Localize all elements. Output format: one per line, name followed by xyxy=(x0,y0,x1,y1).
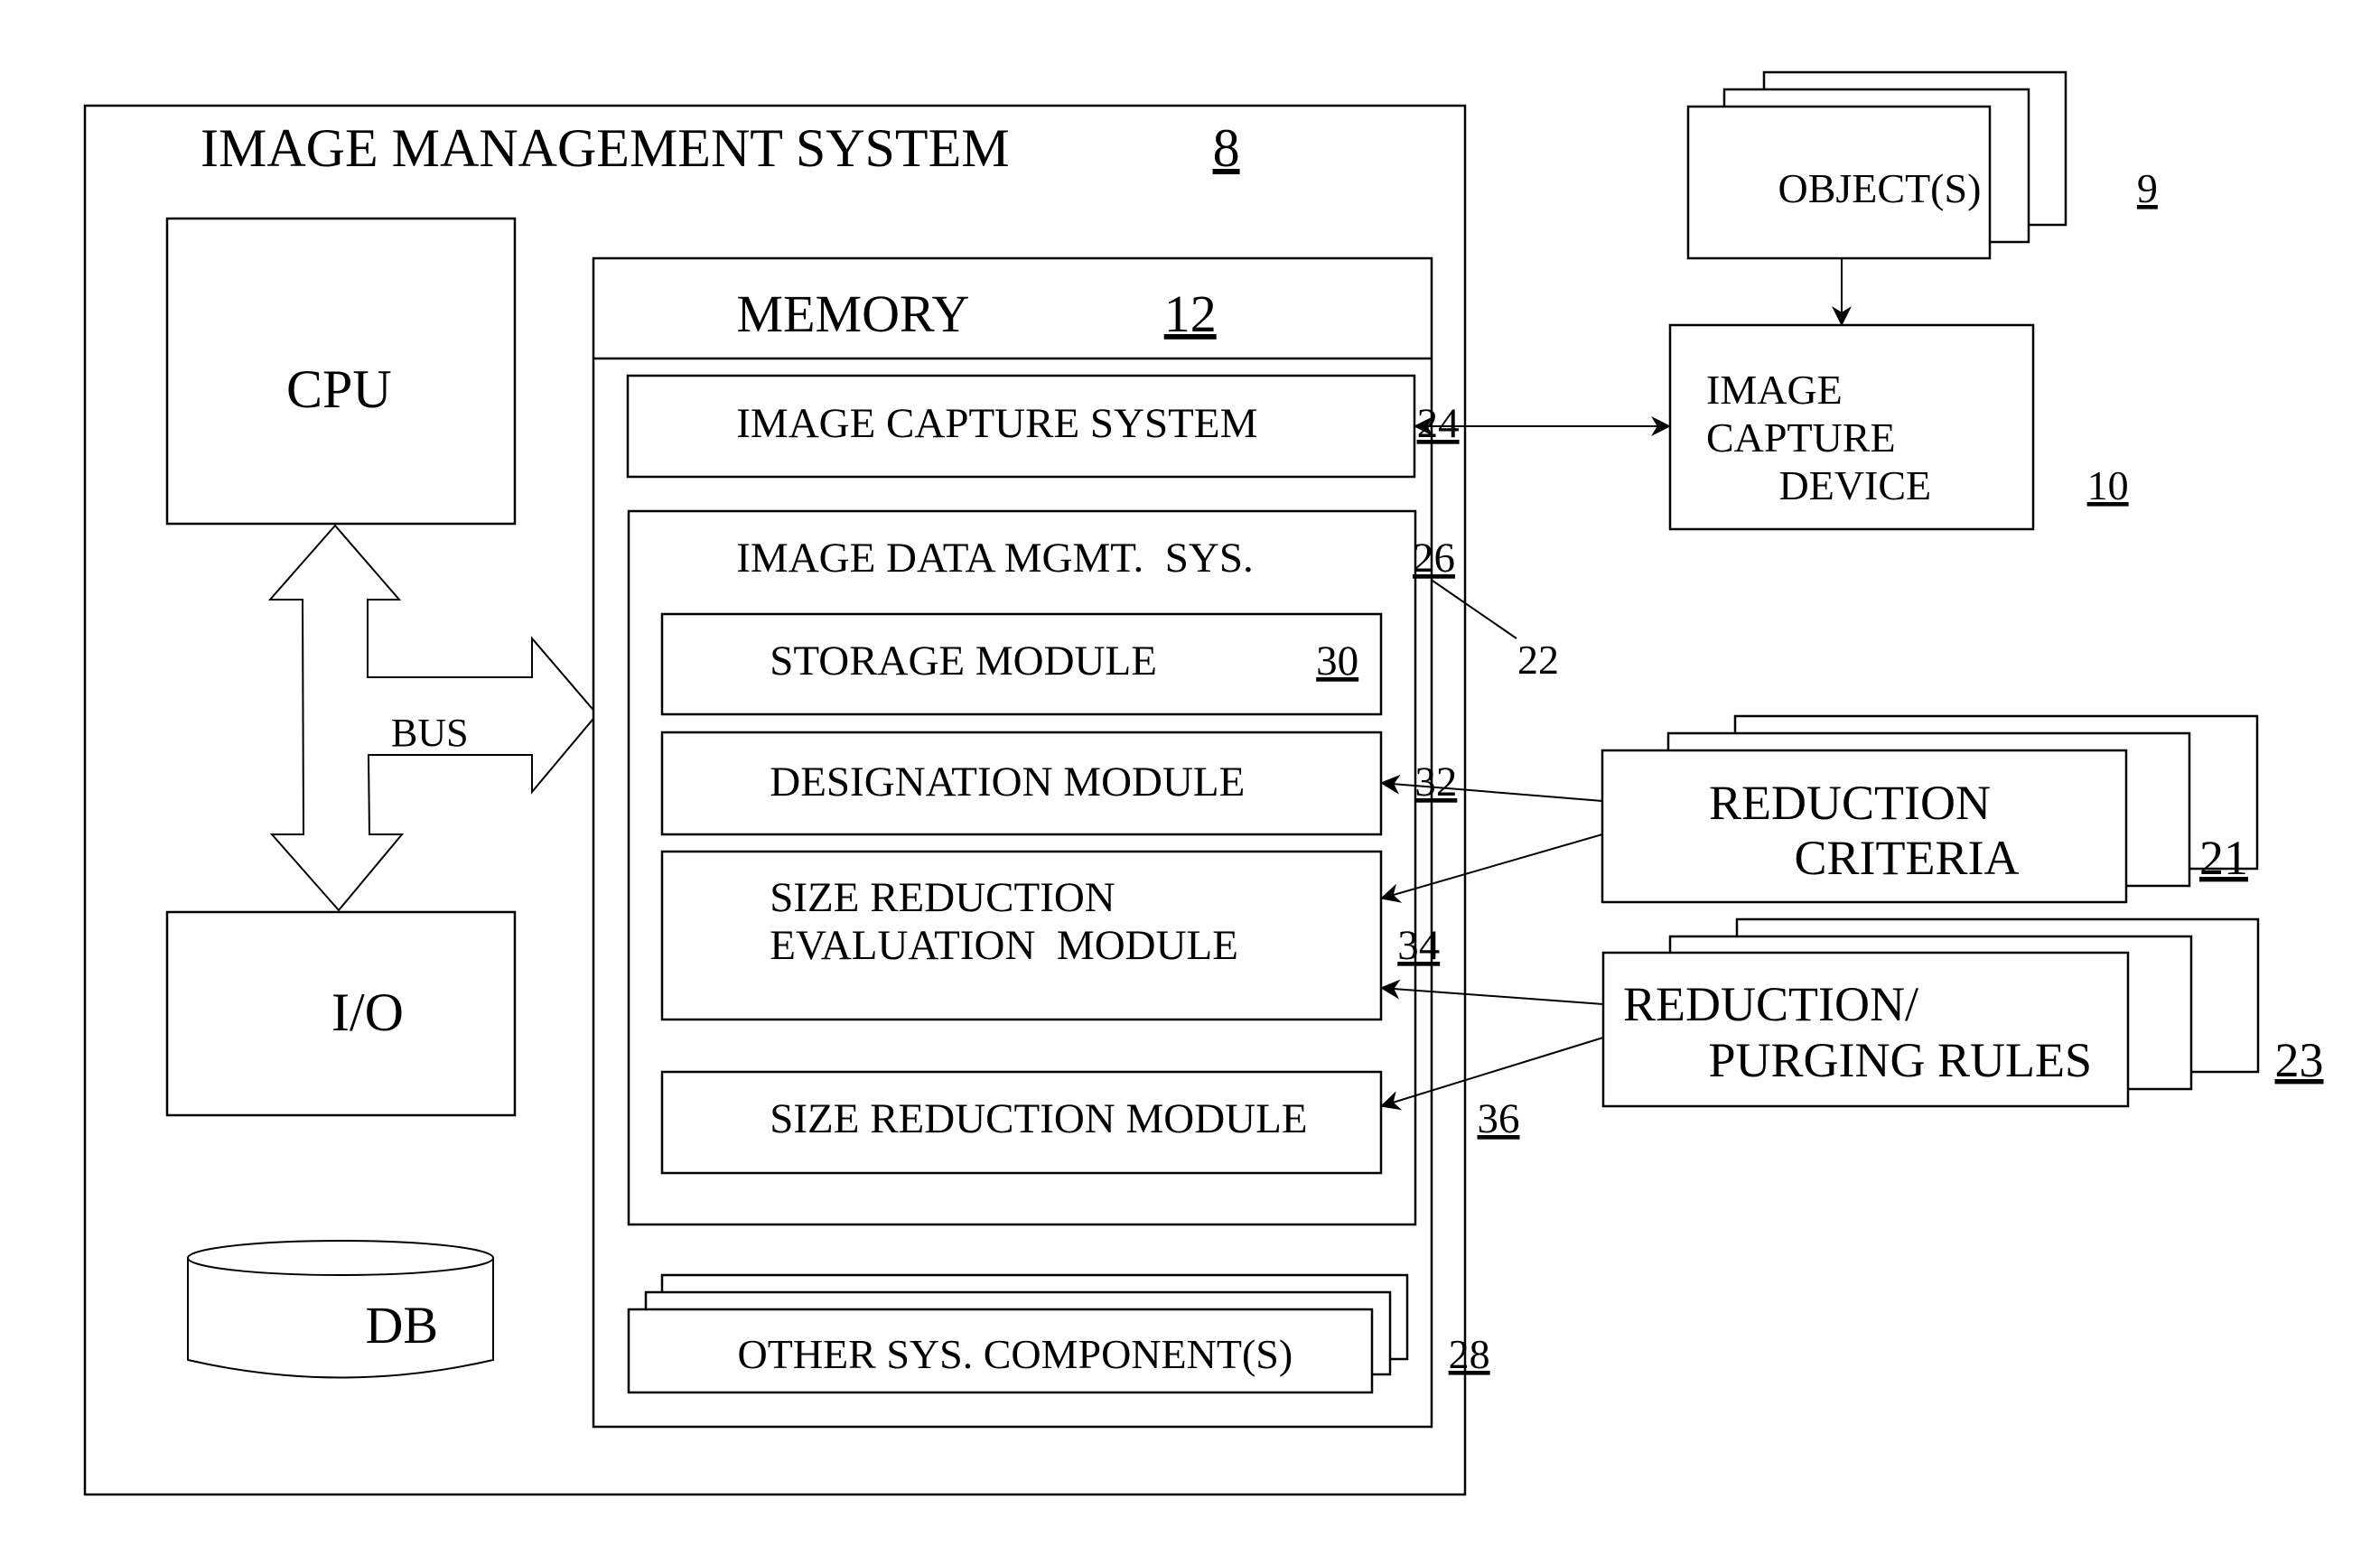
device-line1: IMAGE xyxy=(1706,367,1843,413)
svg-text:IMAGE MANAGEMENT SYSTEM: IMAGE MANAGEMENT SYSTEM 8 xyxy=(106,118,1308,178)
reduction-criteria-stack: REDUCTION CRITERIA 21 xyxy=(1601,714,2310,904)
designation-ref: 32 xyxy=(1414,759,1457,805)
svg-text:SIZE REDUCTION: SIZE REDUCTION xyxy=(695,874,1169,921)
eval-line2: EVALUATION MODULE xyxy=(770,922,1238,969)
device-line2: CAPTURE xyxy=(1706,414,1896,461)
cpu-label: CPU xyxy=(286,359,392,419)
rules-ref: 23 xyxy=(2275,1033,2324,1087)
svg-text:OBJECT(S) 9: OBJECT(S) 9 xyxy=(1705,165,2209,211)
memory-ref: 12 xyxy=(1164,284,1217,343)
svg-text:OTHER SYS. COMPONENT(S): OTHER SYS. COMPONENT(S) 28 xyxy=(665,1331,1542,1377)
idms-ref: 26 xyxy=(1413,535,1455,582)
device-ref: 10 xyxy=(2087,462,2129,508)
rules-line2: PURGING RULES xyxy=(1709,1033,2093,1087)
svg-text:SIZE REDUCTION MODULE: SIZE REDUCTION MODULE 36 xyxy=(695,1095,1573,1142)
svg-text:PURGING RULES 23: PURGING RULES 23 xyxy=(1623,1033,2380,1087)
callout-22-label: 22 xyxy=(1517,637,1559,683)
svg-text:MEMORY 12: MEMORY 12 xyxy=(645,284,1282,343)
criteria-line1: REDUCTION xyxy=(1709,776,1991,830)
storage-ref: 30 xyxy=(1316,638,1358,684)
storage-label: STORAGE MODULE xyxy=(770,638,1157,684)
storage-module-box: STORAGE MODULE 30 xyxy=(660,612,1412,716)
other-sys-label: OTHER SYS. COMPONENT(S) xyxy=(738,1331,1293,1377)
svg-text:CRITERIA 21: CRITERIA 21 xyxy=(1709,831,2310,885)
size-reduction-label: SIZE REDUCTION MODULE xyxy=(770,1095,1307,1142)
objects-ref: 9 xyxy=(2137,165,2158,211)
ics-label: IMAGE CAPTURE SYSTEM xyxy=(736,400,1257,447)
rules-line1: REDUCTION/ xyxy=(1623,977,1918,1031)
db-label: DB xyxy=(366,1296,439,1355)
io-label: I/O xyxy=(331,982,404,1042)
svg-text:IMAGE CAPTURE SYSTEM: IMAGE CAPTURE SYSTEM 24 xyxy=(662,400,1512,447)
device-line3: DEVICE xyxy=(1779,462,1932,508)
ims-ref: 8 xyxy=(1213,118,1240,178)
ics-ref: 24 xyxy=(1417,400,1460,447)
designation-label: DESIGNATION MODULE xyxy=(770,759,1245,805)
objects-label: OBJECT(S) xyxy=(1778,165,1982,211)
block-diagram: IMAGE MANAGEMENT SYSTEM 8 CPU 14 I/O 16 … xyxy=(83,70,2380,1496)
reduction-purging-rules-stack: REDUCTION/ PURGING RULES 23 xyxy=(1601,917,2380,1108)
eval-line1: SIZE REDUCTION xyxy=(770,874,1115,921)
other-sys-components-stack: OTHER SYS. COMPONENT(S) 28 xyxy=(627,1273,1542,1394)
svg-text:EVALUATION MODULE: EVALUATION MODULE 34 xyxy=(695,922,1493,969)
idms-label: IMAGE DATA MGMT. SYS. xyxy=(736,535,1253,582)
image-capture-device-box: IMAGE CAPTURE DEVICE 10 xyxy=(1668,323,2180,531)
size-reduction-ref: 36 xyxy=(1478,1095,1520,1142)
ims-label: IMAGE MANAGEMENT SYSTEM xyxy=(201,118,1010,178)
criteria-ref: 21 xyxy=(2199,831,2248,885)
bus-label: BUS xyxy=(391,711,469,755)
svg-text:IMAGE DATA MGMT. SYS.: IMAGE DATA MGMT. SYS. 26 xyxy=(662,535,1508,582)
other-sys-ref: 28 xyxy=(1449,1331,1490,1377)
svg-text:STORAGE MODULE 3: STORAGE MODULE 30 xyxy=(695,638,1412,684)
svg-text:DEVICE 10: DEVICE 10 xyxy=(1706,462,2180,508)
size-reduction-evaluation-module-box: SIZE REDUCTION EVALUATION MODULE 34 xyxy=(660,850,1493,1021)
objects-stack: OBJECT(S) 9 xyxy=(1686,70,2209,260)
image-capture-system-box: IMAGE CAPTURE SYSTEM 24 xyxy=(626,374,1512,479)
criteria-line2: CRITERIA xyxy=(1795,831,2020,885)
eval-ref: 34 xyxy=(1397,922,1440,969)
svg-text:DESIGNATION MODULE: DESIGNATION MODULE 32 xyxy=(695,759,1510,805)
memory-label: MEMORY xyxy=(737,284,969,343)
